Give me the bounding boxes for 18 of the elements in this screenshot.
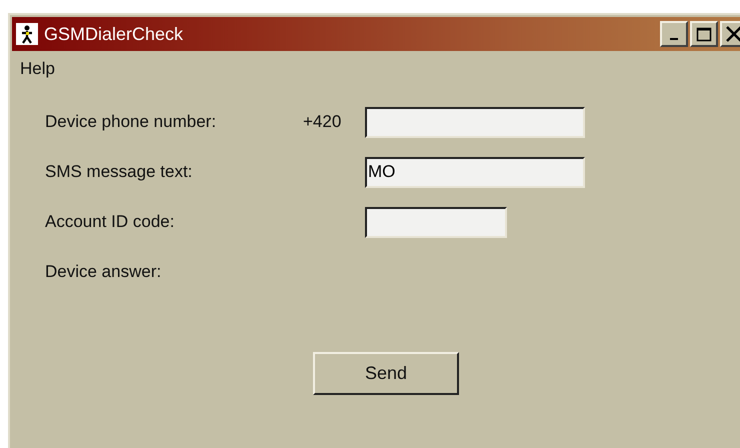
maximize-icon xyxy=(696,26,712,42)
input-field[interactable]: MO xyxy=(365,156,585,188)
field-label: Device phone number: xyxy=(45,112,218,132)
close-icon xyxy=(725,25,740,43)
minimize-icon xyxy=(670,38,678,40)
input-field[interactable] xyxy=(365,206,507,238)
window-title: GSMDialerCheck xyxy=(44,24,184,44)
menu-item[interactable]: Help xyxy=(20,59,55,79)
field-label: Account ID code: xyxy=(45,212,176,232)
send-button[interactable]: Send xyxy=(313,352,459,395)
prefix-text: +420 xyxy=(303,112,342,131)
maximize-button[interactable] xyxy=(690,21,718,47)
minimize-button[interactable] xyxy=(660,21,688,47)
field-label: Device answer: xyxy=(45,262,162,282)
input-field[interactable] xyxy=(365,106,585,138)
close-button[interactable] xyxy=(720,21,740,47)
field-label: SMS message text: xyxy=(45,162,194,182)
person-icon xyxy=(16,23,38,45)
